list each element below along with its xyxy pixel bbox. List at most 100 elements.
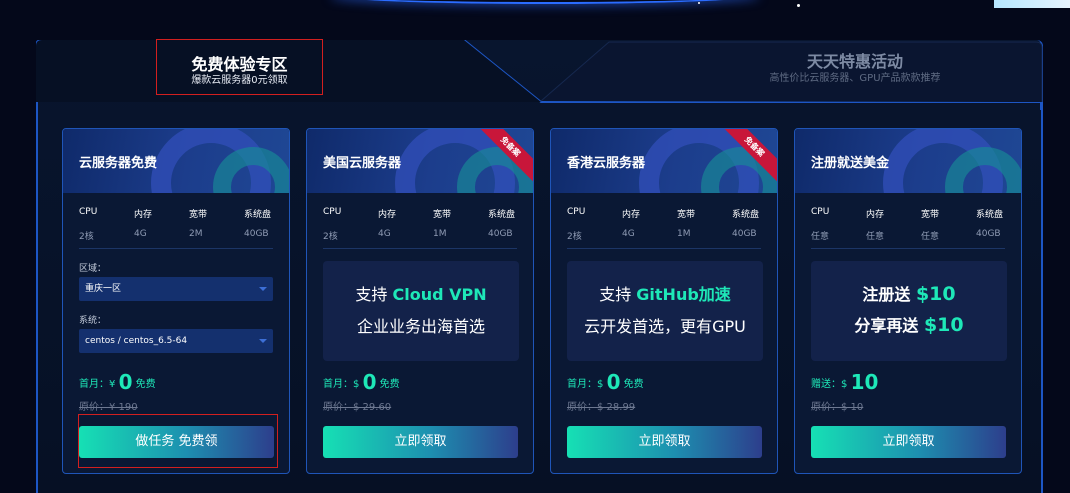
card-hk-server: 香港云服务器 免备案 CPU 2核 内存 4G 宽带 1M 系统盘 40GB 支持 Gi… bbox=[550, 128, 778, 474]
spec-table: CPU 2核 内存 4G 宽带 2M 系统盘 40GB bbox=[79, 193, 273, 249]
tab-subtitle: 高性价比云服务器、GPU产品款款推荐 bbox=[769, 73, 941, 84]
card-title: 香港云服务器 bbox=[567, 156, 646, 171]
card-header: 香港云服务器 免备案 bbox=[551, 129, 777, 193]
top-glow-decoration bbox=[330, 0, 760, 4]
spec-value: 40GB bbox=[488, 229, 513, 239]
price-value: 10 bbox=[850, 370, 879, 394]
region-label: 区域： bbox=[79, 264, 107, 274]
spec-value: 4G bbox=[622, 229, 635, 239]
claim-button[interactable]: 立即领取 bbox=[323, 426, 518, 458]
spec-value: 40GB bbox=[976, 229, 1001, 239]
card-us-server: 美国云服务器 免备案 CPU 2核 内存 4G 宽带 1M 系统盘 40GB 支持 Cl… bbox=[306, 128, 534, 474]
price-label: 首月： bbox=[567, 379, 597, 390]
spec-value: 1M bbox=[433, 229, 447, 239]
price-label: 赠送： bbox=[811, 379, 841, 390]
claim-button[interactable]: 立即领取 bbox=[811, 426, 1006, 458]
price-suffix: 免费 bbox=[623, 379, 644, 390]
currency-symbol: $ bbox=[841, 379, 848, 390]
original-price: 原价：¥ 190 bbox=[79, 402, 138, 413]
spec-table: CPU 2核 内存 4G 宽带 1M 系统盘 40GB bbox=[323, 193, 517, 249]
spec-label: 宽带 bbox=[433, 210, 452, 220]
promo-box: 支持 Cloud VPN 企业业务出海首选 bbox=[323, 261, 519, 361]
card-header: 云服务器免费 bbox=[63, 129, 289, 193]
promo-line-1: 支持 GitHub加速 bbox=[567, 285, 763, 305]
spec-label: CPU bbox=[323, 207, 342, 217]
spec-value: 40GB bbox=[732, 229, 757, 239]
price-value: 0 bbox=[118, 370, 133, 394]
promo-highlight: GitHub加速 bbox=[636, 285, 731, 304]
spec-label: 系统盘 bbox=[976, 210, 1004, 220]
promo-prefix: 注册送 bbox=[862, 285, 916, 304]
original-price: 原价：$ 28.99 bbox=[567, 402, 636, 413]
spec-value: 40GB bbox=[244, 229, 269, 239]
spec-label: 系统盘 bbox=[244, 210, 272, 220]
promo-amount: $10 bbox=[923, 314, 964, 336]
spec-value: 2M bbox=[189, 229, 203, 239]
card-header: 注册就送美金 bbox=[795, 129, 1021, 193]
promo-line-2: 企业业务出海首选 bbox=[356, 317, 485, 336]
chevron-down-icon bbox=[259, 339, 267, 343]
spec-value: 2核 bbox=[323, 232, 338, 242]
spec-label: 内存 bbox=[378, 210, 397, 220]
promo-line-1: 注册送 $10 bbox=[811, 279, 1007, 310]
spec-label: CPU bbox=[79, 207, 98, 217]
promo-box: 支持 GitHub加速 云开发首选，更有GPU bbox=[567, 261, 763, 361]
original-price: 原价：$ 10 bbox=[811, 402, 864, 413]
promo-amount: $10 bbox=[915, 283, 956, 305]
promo-line-2: 云开发首选，更有GPU bbox=[584, 317, 746, 336]
price-row: 首月：¥ 0 免费 bbox=[79, 370, 156, 394]
price-suffix: 免费 bbox=[135, 379, 156, 390]
price-value: 0 bbox=[362, 370, 377, 394]
system-select[interactable]: centos / centos_6.5-64 bbox=[79, 329, 273, 353]
price-label: 首月： bbox=[79, 379, 109, 390]
star-dot bbox=[698, 2, 700, 4]
promo-box: 注册送 $10 分享再送 $10 bbox=[811, 261, 1007, 361]
chevron-down-icon bbox=[259, 287, 267, 291]
promo-line-1: 支持 Cloud VPN bbox=[323, 285, 519, 305]
price-suffix: 免费 bbox=[379, 379, 400, 390]
promo-highlight: Cloud VPN bbox=[392, 285, 487, 304]
region-select[interactable]: 重庆一区 bbox=[79, 277, 273, 301]
price-row: 首月：$ 0 免费 bbox=[323, 370, 400, 394]
spec-label: 宽带 bbox=[921, 210, 940, 220]
original-price: 原价：$ 29.60 bbox=[323, 402, 392, 413]
spec-label: CPU bbox=[567, 207, 586, 217]
star-dot bbox=[797, 4, 800, 7]
price-row: 赠送：$ 10 bbox=[811, 370, 878, 394]
price-label: 首月： bbox=[323, 379, 353, 390]
spec-label: 内存 bbox=[622, 210, 641, 220]
spec-value: 2核 bbox=[567, 232, 582, 242]
region-select-value: 重庆一区 bbox=[85, 284, 122, 294]
currency-symbol: $ bbox=[353, 379, 360, 390]
price-row: 首月：$ 0 免费 bbox=[567, 370, 644, 394]
promo-prefix: 支持 bbox=[599, 285, 637, 304]
spec-value: 1M bbox=[677, 229, 691, 239]
tab-subtitle: 爆款云服务器0元领取 bbox=[191, 75, 288, 86]
spec-label: 系统盘 bbox=[488, 210, 516, 220]
system-select-value: centos / centos_6.5-64 bbox=[85, 336, 188, 346]
spec-value: 任意 bbox=[811, 232, 830, 242]
tab-daily-deals[interactable]: 天天特惠活动 高性价比云服务器、GPU产品款款推荐 bbox=[700, 52, 1010, 86]
claim-button[interactable]: 立即领取 bbox=[567, 426, 762, 458]
currency-symbol: $ bbox=[597, 379, 604, 390]
currency-symbol: ¥ bbox=[109, 379, 116, 390]
spec-table: CPU 2核 内存 4G 宽带 1M 系统盘 40GB bbox=[567, 193, 761, 249]
spec-table: CPU 任意 内存任意 宽带任意 系统盘 40GB bbox=[811, 193, 1005, 249]
spec-value: 任意 bbox=[921, 232, 940, 242]
card-title: 美国云服务器 bbox=[323, 156, 402, 171]
tab-free-trial[interactable]: 免费体验专区 爆款云服务器0元领取 bbox=[156, 39, 323, 95]
spec-label: 宽带 bbox=[189, 210, 208, 220]
spec-value: 4G bbox=[134, 229, 147, 239]
promo-prefix: 分享再送 bbox=[854, 316, 924, 335]
card-header: 美国云服务器 免备案 bbox=[307, 129, 533, 193]
spec-label: 内存 bbox=[866, 210, 885, 220]
card-title: 云服务器免费 bbox=[79, 156, 158, 171]
tab-title: 免费体验专区 bbox=[191, 55, 288, 74]
promo-prefix: 支持 bbox=[355, 285, 393, 304]
spec-label: 内存 bbox=[134, 210, 153, 220]
spec-label: CPU bbox=[811, 207, 830, 217]
card-title: 注册就送美金 bbox=[811, 156, 890, 171]
top-right-decoration bbox=[994, 0, 1070, 8]
tab-title: 天天特惠活动 bbox=[806, 52, 903, 71]
spec-value: 任意 bbox=[866, 232, 885, 242]
